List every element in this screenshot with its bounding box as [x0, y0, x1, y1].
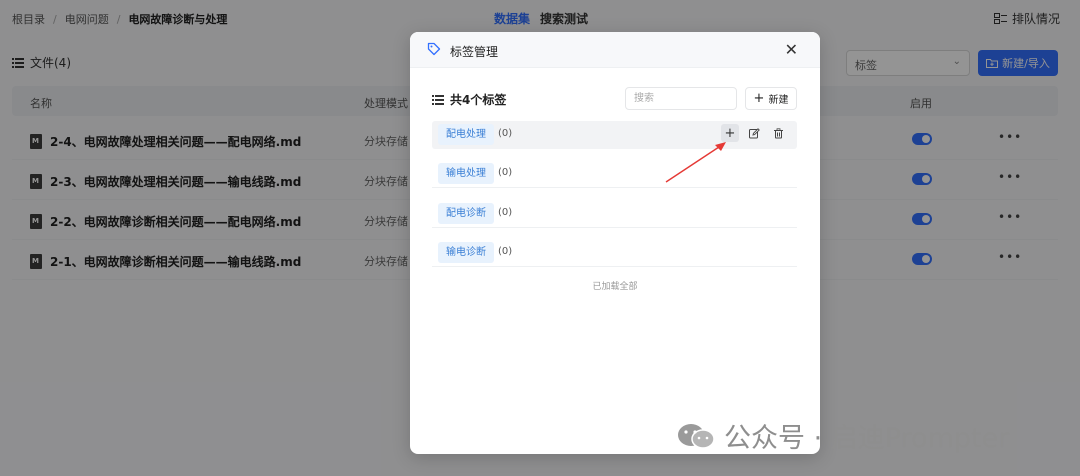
- tag-icon: [427, 42, 441, 56]
- tag-list-item[interactable]: 输电处理 (0): [432, 160, 797, 188]
- plus-icon: +: [753, 91, 765, 106]
- tag-management-modal: 标签管理 ✕ 共4个标签 + 新建 配电处理 (0) + 输电处理 (0) 配电…: [410, 32, 820, 454]
- watermark-text: 公众号 · 启迪Prompter: [724, 423, 1010, 454]
- list-icon: [432, 94, 444, 105]
- tag-list-item[interactable]: 输电诊断 (0): [432, 239, 797, 267]
- trash-icon[interactable]: [769, 124, 787, 142]
- tag-usage-count: (0): [498, 246, 513, 257]
- tag-list-item[interactable]: 配电处理 (0) +: [432, 121, 797, 149]
- modal-toolbar: 共4个标签 + 新建: [432, 87, 797, 111]
- close-icon[interactable]: ✕: [785, 40, 798, 59]
- tag-usage-count: (0): [498, 128, 513, 139]
- tag-search-input[interactable]: [625, 87, 737, 110]
- tag-count-label: 共4个标签: [450, 93, 507, 107]
- new-tag-button[interactable]: + 新建: [745, 87, 797, 110]
- edit-icon[interactable]: [745, 124, 763, 142]
- tag-list-item[interactable]: 配电诊断 (0): [432, 200, 797, 228]
- wechat-icon: [678, 423, 715, 449]
- tag-usage-count: (0): [498, 167, 513, 178]
- tag-chip: 输电诊断: [438, 242, 494, 263]
- watermark: 公众号 · 启迪Prompter: [676, 416, 1009, 455]
- loaded-all-label: 已加载全部: [592, 282, 638, 292]
- modal-header: 标签管理 ✕: [410, 32, 820, 68]
- annotation-arrow-icon: [665, 142, 726, 183]
- tag-chip: 输电处理: [438, 163, 494, 184]
- modal-title: 标签管理: [450, 45, 499, 59]
- tag-usage-count: (0): [498, 207, 513, 218]
- tag-chip: 配电处理: [438, 124, 494, 145]
- tag-chip: 配电诊断: [438, 203, 494, 224]
